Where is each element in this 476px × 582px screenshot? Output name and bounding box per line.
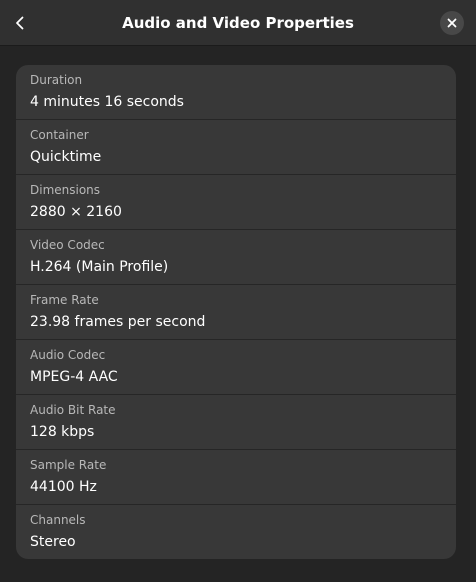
property-value: Stereo: [30, 534, 76, 550]
content-area: Duration 4 minutes 16 seconds Container …: [0, 46, 476, 582]
property-label: Channels: [30, 513, 86, 527]
property-label: Sample Rate: [30, 458, 107, 472]
property-row-container: Container Quicktime: [16, 120, 456, 175]
property-label: Audio Codec: [30, 348, 106, 362]
property-label: Dimensions: [30, 183, 101, 197]
property-row-audio-codec: Audio Codec MPEG-4 AAC: [16, 340, 456, 395]
close-button[interactable]: [440, 11, 464, 35]
property-row-frame-rate: Frame Rate 23.98 frames per second: [16, 285, 456, 340]
property-row-channels: Channels Stereo: [16, 505, 456, 559]
property-label: Video Codec: [30, 238, 105, 252]
close-icon: [447, 18, 457, 28]
property-value: H.264 (Main Profile): [30, 259, 169, 275]
property-value: MPEG-4 AAC: [30, 369, 118, 385]
property-row-sample-rate: Sample Rate 44100 Hz: [16, 450, 456, 505]
property-value: 4 minutes 16 seconds: [30, 94, 184, 110]
property-value: 2880 × 2160: [30, 204, 122, 220]
property-value: 44100 Hz: [30, 479, 97, 495]
property-label: Audio Bit Rate: [30, 403, 116, 417]
property-row-audio-bit-rate: Audio Bit Rate 128 kbps: [16, 395, 456, 450]
properties-list: Duration 4 minutes 16 seconds Container …: [16, 65, 456, 559]
chevron-left-icon: [12, 15, 28, 31]
property-value: 23.98 frames per second: [30, 314, 206, 330]
property-row-duration: Duration 4 minutes 16 seconds: [16, 65, 456, 120]
property-row-dimensions: Dimensions 2880 × 2160: [16, 175, 456, 230]
property-label: Container: [30, 128, 89, 142]
back-button[interactable]: [4, 7, 36, 39]
property-label: Frame Rate: [30, 293, 99, 307]
window-title: Audio and Video Properties: [122, 14, 354, 32]
property-value: 128 kbps: [30, 424, 95, 440]
properties-window: Audio and Video Properties Duration 4 mi…: [0, 0, 476, 582]
property-row-video-codec: Video Codec H.264 (Main Profile): [16, 230, 456, 285]
property-value: Quicktime: [30, 149, 102, 165]
property-label: Duration: [30, 73, 83, 87]
header-bar: Audio and Video Properties: [0, 0, 476, 46]
